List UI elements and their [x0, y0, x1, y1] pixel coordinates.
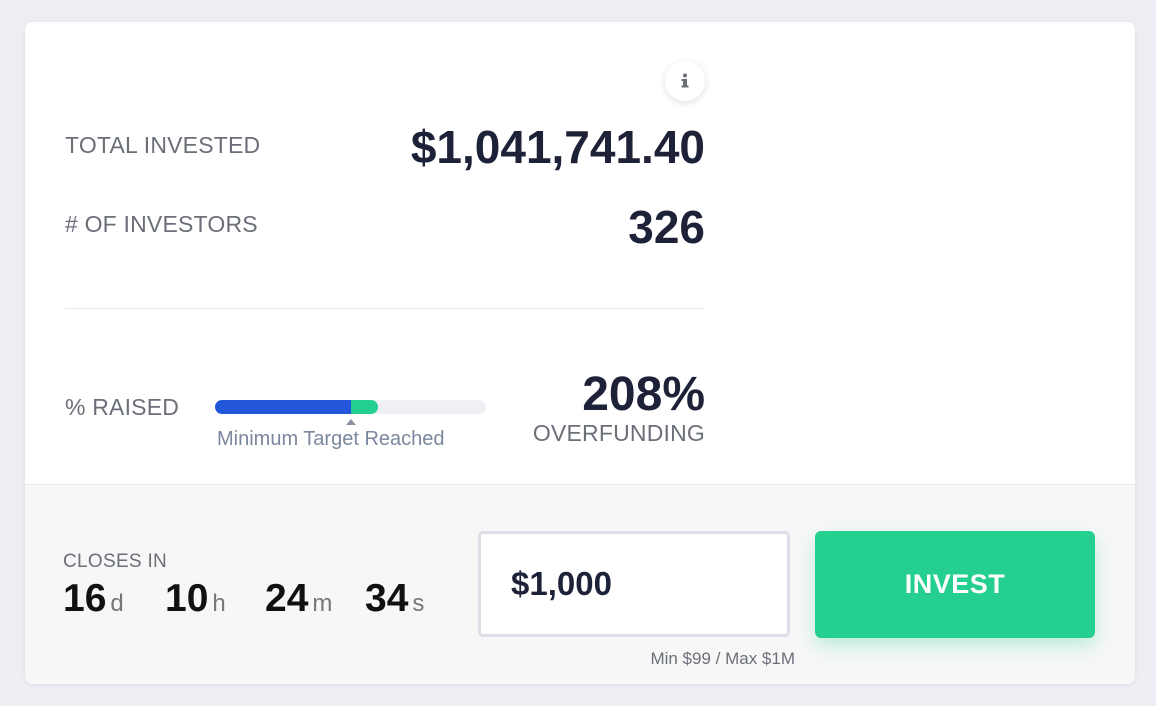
investment-card: TOTAL INVESTED $1,041,741.40 # OF INVEST…	[25, 22, 1135, 684]
raised-percent: 208%	[582, 368, 705, 421]
investors-count: 326	[628, 201, 705, 253]
total-invested-label: TOTAL INVESTED	[65, 132, 261, 158]
invest-button[interactable]: INVEST	[815, 531, 1095, 638]
countdown-hours: 10 h	[165, 577, 226, 620]
info-button[interactable]	[665, 61, 705, 101]
countdown-days-value: 16	[63, 577, 107, 620]
info-icon	[681, 73, 689, 88]
progress-minimum-fill	[215, 400, 351, 414]
invest-amount-input[interactable]	[481, 534, 787, 634]
countdown-days-unit: d	[110, 590, 124, 617]
amount-field	[478, 531, 790, 637]
progress-overfunding-fill	[351, 400, 378, 414]
invest-footer: CLOSES IN 16d 10h 24m 34s Min $99 / Max …	[25, 484, 1135, 684]
countdown-hours-value: 10	[165, 577, 209, 620]
overfunding-label: OVERFUNDING	[532, 420, 705, 446]
section-divider	[65, 308, 705, 309]
countdown-seconds-value: 34	[365, 577, 409, 620]
countdown-minutes: 24 m	[265, 577, 333, 620]
countdown-seconds-unit: s	[412, 590, 425, 617]
raised-progress-bar	[215, 400, 486, 414]
countdown-minutes-value: 24	[265, 577, 309, 620]
countdown-days: 16 d	[63, 577, 124, 620]
closes-in-label: CLOSES IN	[63, 551, 168, 572]
minimum-target-text: Minimum Target Reached	[217, 428, 445, 450]
countdown-minutes-unit: m	[312, 590, 333, 617]
countdown-seconds: 34 s	[365, 577, 425, 620]
total-invested-value: $1,041,741.40	[410, 121, 705, 173]
investors-label: # OF INVESTORS	[65, 211, 258, 237]
target-marker-icon	[346, 419, 356, 425]
amount-limits-hint: Min $99 / Max $1M	[650, 649, 795, 668]
raised-label: % RAISED	[65, 394, 180, 420]
countdown-hours-unit: h	[212, 590, 226, 617]
